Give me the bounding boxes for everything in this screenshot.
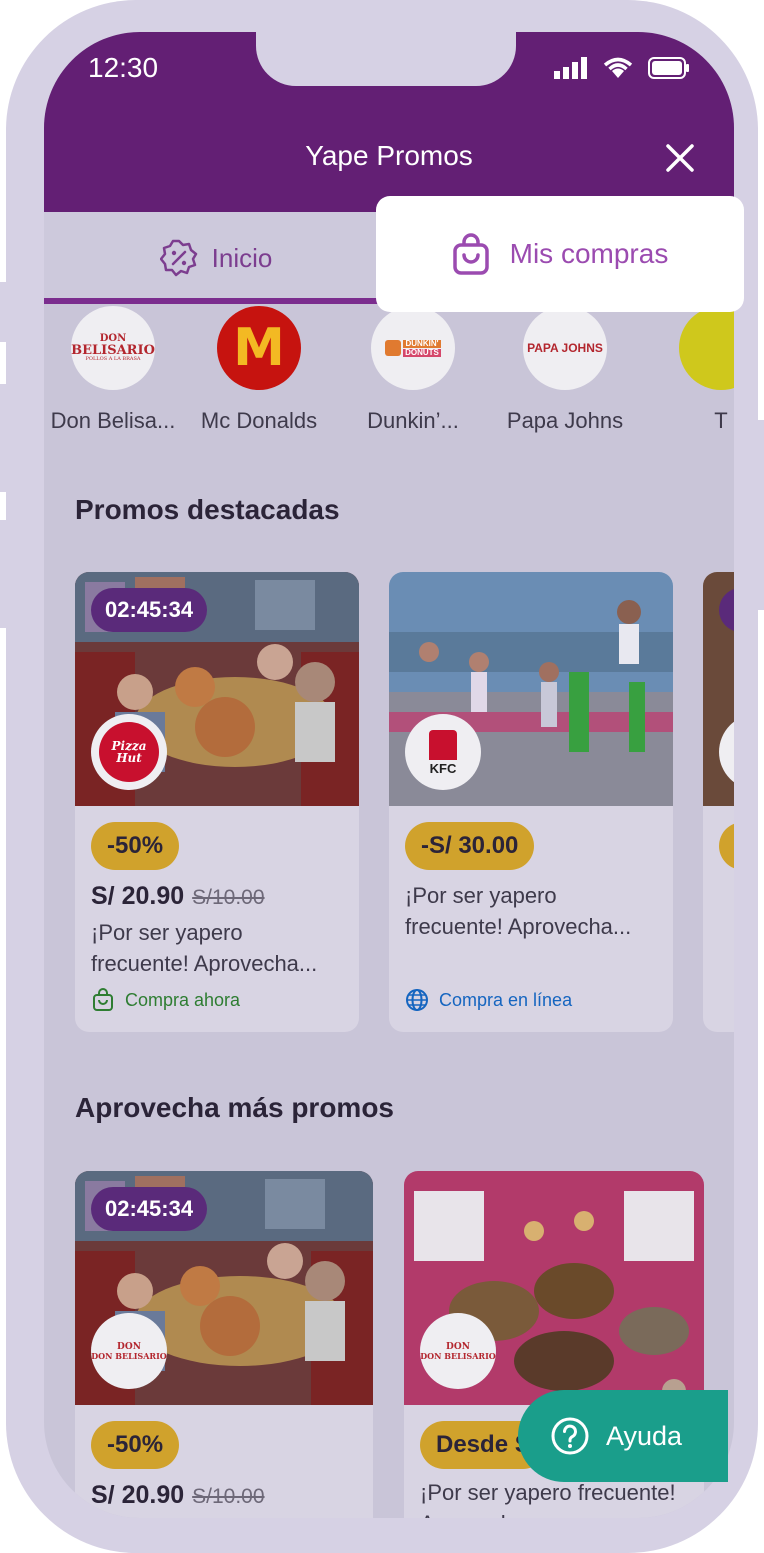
brand-carousel: DON BELISARIO POLLOS A LA BRASA Don Beli… xyxy=(44,304,734,444)
action-label: Compra ahora xyxy=(125,989,241,1010)
tab-mis-compras-label: Mis compras xyxy=(509,238,669,269)
help-label: Ayuda xyxy=(606,1420,683,1451)
price: S/ 20.90 xyxy=(91,1481,185,1509)
tab-inicio-label: Inicio xyxy=(211,242,273,273)
tab-mis-compras[interactable]: Mis compras xyxy=(376,196,744,312)
brand-name: Papa Johns xyxy=(506,408,624,433)
globe-icon xyxy=(406,989,428,1011)
promo-description: ¡Por ser yapero frecuente! Aprovecha... xyxy=(405,883,632,939)
countdown-timer: 02:45:34 xyxy=(91,1187,208,1231)
promo-image: 02:45:34 Pizza Hut xyxy=(75,572,359,806)
status-icons xyxy=(554,56,690,80)
old-price: S/10.00 xyxy=(192,886,265,909)
brand-name: T xyxy=(714,408,728,433)
page-title: Yape Promos xyxy=(305,140,473,171)
section-title-more: Aprovecha más promos xyxy=(75,1092,394,1123)
action-label: Compra en línea xyxy=(439,989,573,1010)
promo-description: ¡Por ser yapero frecuente! Aprovecha... xyxy=(420,1480,676,1518)
brand-item[interactable]: T xyxy=(646,304,734,434)
question-circle-icon xyxy=(551,1417,589,1455)
promo-image xyxy=(703,572,734,806)
close-icon[interactable] xyxy=(664,142,696,174)
promo-card[interactable]: 02:45:34 DON DON BELISARIO -50% S/ 20.90… xyxy=(75,1171,373,1518)
discount-badge: -50% xyxy=(91,1421,180,1469)
promo-card[interactable]: 02:45:34 Pizza Hut -50% S/ 20.90 S/10.00… xyxy=(75,572,359,1032)
status-time: 12:30 xyxy=(88,52,159,83)
brand-logo: DUNKIN' DONUTS xyxy=(371,306,455,390)
old-price: S/10.00 xyxy=(192,1485,265,1508)
section-title-featured: Promos destacadas xyxy=(75,494,340,525)
price: S/ 20.90 xyxy=(91,882,185,910)
signal-icon xyxy=(554,57,587,79)
shopping-bag-icon xyxy=(452,233,489,275)
brand-logo: KFC xyxy=(405,714,481,790)
brand-logo xyxy=(679,306,734,390)
percent-badge-icon xyxy=(159,239,197,277)
camera-notch xyxy=(256,32,516,86)
countdown-timer: 02:45:34 xyxy=(91,588,208,632)
discount-badge: -S/ 30.00 xyxy=(405,822,535,870)
brand-logo: Pizza Hut xyxy=(91,714,167,790)
brand-name: Dunkin’... xyxy=(367,408,459,433)
battery-icon xyxy=(648,57,689,79)
help-button[interactable]: Ayuda xyxy=(518,1390,728,1482)
discount-badge: -50% xyxy=(91,822,180,870)
brand-logo: DON BELISARIO POLLOS A LA BRASA xyxy=(71,306,155,390)
brand-item[interactable]: DON BELISARIO POLLOS A LA BRASA Don Beli… xyxy=(44,304,188,434)
brand-item[interactable]: DUNKIN' DONUTS Dunkin’... xyxy=(338,304,488,434)
promo-image: KFC xyxy=(389,572,673,806)
brand-logo: DON DON BELISARIO xyxy=(91,1313,167,1389)
promo-image: DON DON BELISARIO xyxy=(404,1171,704,1405)
promo-card[interactable] xyxy=(703,572,734,1032)
brand-item[interactable]: M Mc Donalds xyxy=(184,304,334,434)
promo-image: 02:45:34 DON DON BELISARIO xyxy=(75,1171,373,1405)
buy-online-link[interactable]: Compra en línea xyxy=(405,988,572,1012)
brand-logo: PAPA JOHNS xyxy=(523,306,607,390)
promo-description: ¡Por ser yapero frecuente! Aprovecha... xyxy=(91,920,318,976)
brand-logo: M xyxy=(217,306,301,390)
brand-name: Mc Donalds xyxy=(200,408,318,433)
buy-now-link[interactable]: Compra ahora xyxy=(91,988,240,1012)
app-header: 12:30 Yape Promos xyxy=(44,32,734,212)
tab-inicio[interactable]: Inicio xyxy=(44,212,388,304)
brand-item[interactable]: PAPA JOHNS Papa Johns xyxy=(490,304,640,434)
promo-card[interactable]: KFC -S/ 30.00 ¡Por ser yapero frecuente!… xyxy=(389,572,673,1032)
shopping-bag-icon xyxy=(93,988,113,1011)
wifi-icon xyxy=(603,57,633,78)
brand-logo: DON DON BELISARIO xyxy=(420,1313,496,1389)
brand-name: Don Belisa... xyxy=(50,408,176,433)
